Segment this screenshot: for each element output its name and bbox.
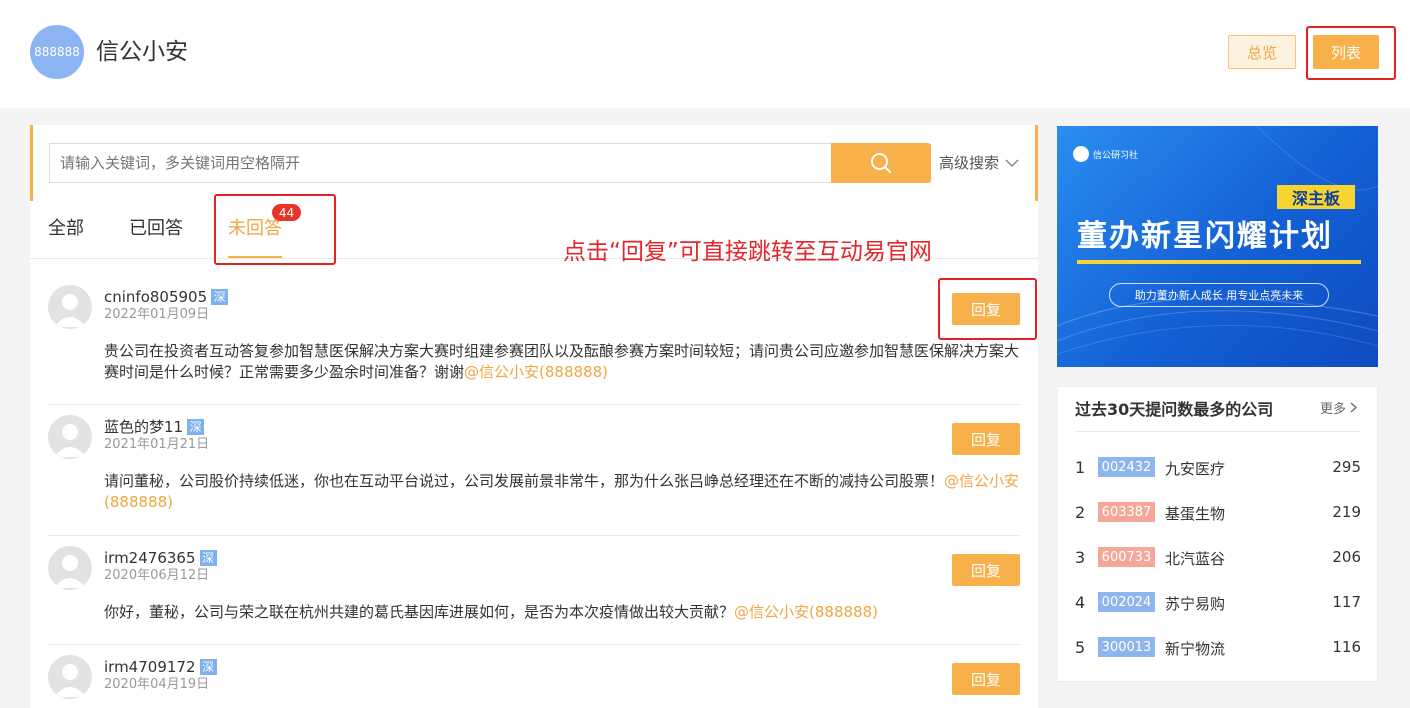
user-name[interactable]: irm4709172 bbox=[104, 657, 196, 677]
chevron-right-icon bbox=[1350, 402, 1358, 413]
logo-mark-icon bbox=[1073, 146, 1089, 162]
search-icon bbox=[871, 153, 891, 173]
banner-logo-text: 信公研习社 bbox=[1093, 150, 1139, 161]
mention-link[interactable]: @信公小安(888888) bbox=[734, 603, 878, 621]
rank-row[interactable]: 4 002024 苏宁易购 117 bbox=[1075, 591, 1361, 615]
banner-tag: 深主板 bbox=[1277, 185, 1355, 209]
question-item: irm4709172 深 2020年04月19日 回复 bbox=[48, 655, 1020, 708]
stock-code-badge: 603387 bbox=[1098, 502, 1155, 522]
rank-row[interactable]: 2 603387 基蛋生物 219 bbox=[1075, 501, 1361, 525]
user-name-row: 蓝色的梦11 深 bbox=[104, 417, 205, 437]
annotation-text: 点击“回复”可直接跳转至互动易官网 bbox=[563, 239, 932, 265]
user-silhouette-icon bbox=[54, 424, 86, 457]
tab-answered[interactable]: 已回答 bbox=[129, 217, 183, 241]
banner-slogan: 助力董办新人成长 用专业点亮未来 bbox=[1109, 283, 1329, 307]
question-date: 2020年06月12日 bbox=[104, 568, 210, 583]
question-count: 219 bbox=[1332, 503, 1361, 521]
question-count: 206 bbox=[1332, 548, 1361, 566]
question-text: 请问董秘，公司股价持续低迷，你也在互动平台说过，公司发展前景非常牛，那为什么张吕… bbox=[104, 471, 1024, 513]
rank-row[interactable]: 1 002432 九安医疗 295 bbox=[1075, 456, 1361, 480]
question-text: 贵公司在投资者互动答复参加智慧医保解决方案大赛时组建参赛团队以及酝酿参赛方案时间… bbox=[104, 341, 1024, 383]
user-name-row: irm4709172 深 bbox=[104, 657, 217, 677]
reply-button[interactable]: 回复 bbox=[952, 554, 1020, 586]
user-avatar bbox=[48, 415, 92, 459]
banner-title: 董办新星闪耀计划 bbox=[1077, 219, 1333, 254]
mention-link[interactable]: @信公小安(888888) bbox=[464, 363, 608, 381]
exchange-badge: 深 bbox=[199, 550, 217, 566]
active-tab-underline bbox=[228, 256, 282, 258]
exchange-badge: 深 bbox=[199, 659, 217, 675]
stock-code-badge: 300013 bbox=[1098, 637, 1155, 657]
company-name: 信公小安 bbox=[96, 39, 188, 65]
top-bar: 888888 信公小安 总览 列表 bbox=[0, 0, 1410, 108]
promo-banner[interactable]: 信公研习社 深主板 董办新星闪耀计划 助力董办新人成长 用专业点亮未来 bbox=[1057, 126, 1378, 367]
company-avatar: 888888 bbox=[30, 25, 84, 79]
user-silhouette-icon bbox=[54, 664, 86, 697]
question-body: 你好，董秘，公司与荣之联在杭州共建的葛氏基因库进展如何，是否为本次疫情做出较大贡… bbox=[104, 603, 735, 621]
question-date: 2021年01月21日 bbox=[104, 437, 210, 452]
unanswered-count-badge: 44 bbox=[272, 204, 301, 221]
rank-row[interactable]: 5 300013 新宁物流 116 bbox=[1075, 636, 1361, 660]
rank-number: 1 bbox=[1075, 458, 1086, 477]
question-panel: 高级搜索 全部 已回答 未回答 44 cninfo805905 深 2022年0… bbox=[30, 125, 1038, 708]
rank-number: 4 bbox=[1075, 593, 1086, 612]
card-title: 过去30天提问数最多的公司 bbox=[1075, 400, 1274, 419]
list-button[interactable]: 列表 bbox=[1313, 35, 1379, 69]
stock-code-badge: 002024 bbox=[1098, 592, 1155, 612]
rank-number: 5 bbox=[1075, 638, 1086, 657]
search-button[interactable] bbox=[831, 143, 931, 183]
company-name[interactable]: 北汽蓝谷 bbox=[1165, 548, 1225, 569]
question-count: 117 bbox=[1332, 593, 1361, 611]
user-name[interactable]: irm2476365 bbox=[104, 548, 196, 568]
user-name[interactable]: 蓝色的梦11 bbox=[104, 417, 183, 437]
question-text: 你好，董秘，公司与荣之联在杭州共建的葛氏基因库进展如何，是否为本次疫情做出较大贡… bbox=[104, 602, 1024, 623]
advanced-search-label: 高级搜索 bbox=[939, 154, 1000, 172]
company-name[interactable]: 新宁物流 bbox=[1165, 638, 1225, 659]
company-name[interactable]: 苏宁易购 bbox=[1165, 593, 1225, 614]
user-name-row: cninfo805905 深 bbox=[104, 287, 229, 307]
more-link[interactable]: 更多 bbox=[1320, 401, 1358, 419]
tab-all[interactable]: 全部 bbox=[48, 217, 84, 241]
user-avatar bbox=[48, 546, 92, 590]
question-body: 请问董秘，公司股价持续低迷，你也在互动平台说过，公司发展前景非常牛，那为什么张吕… bbox=[104, 472, 945, 490]
exchange-badge: 深 bbox=[211, 289, 229, 305]
tab-unanswered[interactable]: 未回答 bbox=[228, 217, 282, 241]
user-silhouette-icon bbox=[54, 294, 86, 327]
card-divider bbox=[1075, 431, 1361, 432]
user-avatar bbox=[48, 655, 92, 699]
company-name[interactable]: 九安医疗 bbox=[1165, 458, 1225, 479]
stock-code-badge: 002432 bbox=[1098, 457, 1155, 477]
stock-code-badge: 600733 bbox=[1098, 547, 1155, 567]
search-input[interactable] bbox=[49, 143, 833, 183]
top-companies-card: 过去30天提问数最多的公司 更多 1 002432 九安医疗 295 2 603… bbox=[1057, 386, 1378, 682]
question-count: 116 bbox=[1332, 638, 1361, 656]
rank-number: 3 bbox=[1075, 548, 1086, 567]
user-avatar bbox=[48, 285, 92, 329]
question-count: 295 bbox=[1332, 458, 1361, 476]
search-bar: 高级搜索 bbox=[30, 125, 1038, 201]
banner-logo: 信公研习社 bbox=[1073, 146, 1138, 162]
question-item: cninfo805905 深 2022年01月09日 回复 贵公司在投资者互动答… bbox=[48, 285, 1020, 405]
question-date: 2020年04月19日 bbox=[104, 677, 210, 692]
user-silhouette-icon bbox=[54, 555, 86, 588]
banner-underline bbox=[1077, 260, 1361, 264]
chevron-down-icon bbox=[1005, 159, 1019, 168]
question-date: 2022年01月09日 bbox=[104, 307, 210, 322]
more-label: 更多 bbox=[1320, 402, 1347, 417]
user-name-row: irm2476365 深 bbox=[104, 548, 217, 568]
question-item: 蓝色的梦11 深 2021年01月21日 回复 请问董秘，公司股价持续低迷，你也… bbox=[48, 415, 1020, 536]
rank-row[interactable]: 3 600733 北汽蓝谷 206 bbox=[1075, 546, 1361, 570]
reply-button[interactable]: 回复 bbox=[952, 663, 1020, 695]
reply-button[interactable]: 回复 bbox=[952, 293, 1020, 325]
overview-button[interactable]: 总览 bbox=[1228, 35, 1296, 69]
company-name[interactable]: 基蛋生物 bbox=[1165, 503, 1225, 524]
user-name[interactable]: cninfo805905 bbox=[104, 287, 207, 307]
question-item: irm2476365 深 2020年06月12日 回复 你好，董秘，公司与荣之联… bbox=[48, 546, 1020, 645]
exchange-badge: 深 bbox=[187, 419, 205, 435]
reply-button[interactable]: 回复 bbox=[952, 423, 1020, 455]
advanced-search-toggle[interactable]: 高级搜索 bbox=[939, 153, 1019, 173]
rank-number: 2 bbox=[1075, 503, 1086, 522]
